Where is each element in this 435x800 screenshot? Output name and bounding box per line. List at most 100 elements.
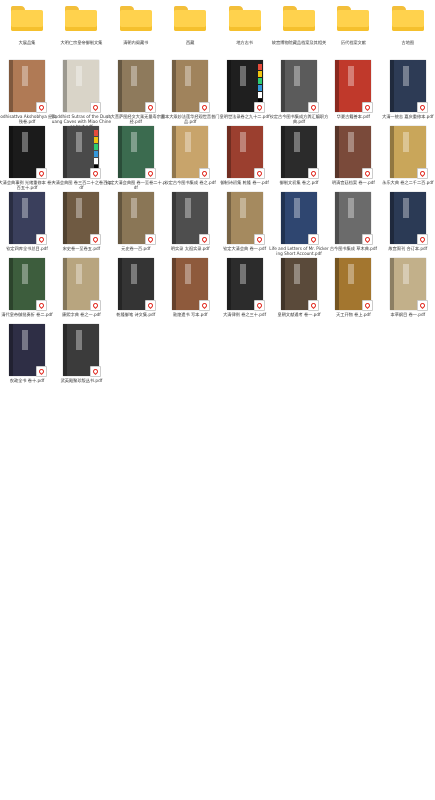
pdf-file-item[interactable]: Bodhisattva Akshobhya 经文残卷.pdf (0, 58, 57, 125)
pdf-file-item[interactable]: 钦定大清会典图 卷一至卷二十.pdf (105, 124, 166, 191)
pdf-file-item[interactable]: 古本大乘妙法莲华经观世音普门品.pdf (160, 58, 220, 125)
pdf-file-item[interactable]: 元史卷一百.pdf (109, 190, 163, 256)
pdf-icon (199, 102, 211, 113)
file-grid: 大展品集 大明仁宗皇帝御制文集 清朝内阁藏书 西藏 地方志书 故宫博物院藏品档案及其相关 历… (0, 0, 435, 800)
pdf-icon (199, 234, 211, 245)
pdf-icon (253, 168, 265, 179)
folder-item[interactable]: 古地图 (381, 0, 435, 54)
pdf-icon (308, 102, 319, 113)
pdf-file-item[interactable]: 永乐大典 卷之二千二百.pdf (381, 124, 435, 190)
file-name: 钦定大清会典图 卷一至卷二十.pdf (105, 180, 166, 191)
folder-icon (119, 6, 152, 31)
file-name: 明清宫廷档案 卷一.pdf (331, 180, 375, 185)
file-name: 皇朝文献通考 卷一.pdf (277, 312, 321, 317)
pdf-icon (199, 168, 211, 179)
pdf-icon (90, 366, 102, 377)
file-name: 钦定古今图书集成 卷之.pdf (164, 180, 216, 185)
pdf-icon (308, 300, 319, 311)
file-name: 古本大乘妙法莲华经观世音普门品.pdf (160, 114, 220, 125)
pdf-file-item[interactable]: 皇明世法录卷之九十二.pdf (218, 58, 272, 124)
file-name: 元史卷一百.pdf (121, 246, 151, 251)
pdf-file-item[interactable]: 大清律例 卷之三十.pdf (218, 256, 272, 322)
pdf-file-item[interactable]: 大清会典图 卷三百二十之卷百.pdf (51, 124, 112, 191)
pdf-icon (90, 168, 102, 179)
file-name: 大清律例 卷之三十.pdf (223, 312, 267, 317)
pdf-file-item[interactable]: 华夏古籍善本.pdf (326, 58, 380, 124)
pdf-file-item[interactable]: 敦煌遗书 写本.pdf (163, 256, 217, 322)
pdf-icon (253, 234, 265, 245)
pdf-file-item[interactable]: 农政全书 卷十.pdf (0, 322, 54, 388)
folder-item[interactable]: 故宫博物院藏品档案及其相关 (272, 0, 326, 54)
pdf-file-item[interactable]: 天工开物 卷上.pdf (326, 256, 380, 322)
folder-item[interactable]: 清朝内阁藏书 (109, 0, 163, 54)
folder-item[interactable]: 历代档案文献 (326, 0, 380, 54)
folder-icon (391, 6, 424, 31)
file-name: 宋史卷一至卷五.pdf (62, 246, 101, 251)
file-name: 华夏古籍善本.pdf (336, 114, 371, 119)
file-name: 农政全书 卷十.pdf (9, 378, 45, 383)
folder-name: 大明仁宗皇帝御制文集 (60, 40, 103, 45)
pdf-file-item[interactable]: 明清宫廷档案 卷一.pdf (326, 124, 380, 190)
file-name: 康熙字典 卷之一.pdf (62, 312, 101, 317)
pdf-icon (90, 102, 102, 113)
pdf-icon (362, 168, 374, 179)
folder-name: 故宫博物院藏品档案及其相关 (271, 40, 327, 45)
pdf-file-item[interactable]: 钦定四库全书总目.pdf (0, 190, 54, 256)
pdf-file-item[interactable]: 本草纲目 卷一.pdf (381, 256, 435, 322)
pdf-file-item[interactable]: 钦定大清会典 卷一.pdf (218, 190, 272, 256)
pdf-icon (416, 234, 428, 245)
pdf-icon (144, 168, 156, 179)
pdf-file-item[interactable]: 御制诗初集 乾隆 卷一.pdf (218, 124, 272, 190)
file-name: Bodhisattva Akshobhya 经文残卷.pdf (0, 114, 57, 125)
pdf-icon (36, 300, 47, 311)
file-name: 大清会典图 卷三百二十之卷百.pdf (51, 180, 112, 191)
pdf-file-item[interactable]: Life and Letters of Mr. Pickering Short … (269, 190, 329, 256)
folder-icon (228, 6, 261, 31)
folder-name: 古地图 (401, 40, 415, 45)
file-name: 明实录 太祖实录.pdf (170, 246, 210, 251)
pdf-file-item[interactable]: 钦定古今图书集成方舆汇编职方典.pdf (269, 58, 329, 125)
pdf-file-item[interactable]: 皇朝文献通考 卷一.pdf (272, 256, 326, 322)
pdf-file-item[interactable]: 清代皇帝御批奏折 卷二.pdf (0, 256, 54, 322)
folder-item[interactable]: 地方志书 (218, 0, 272, 54)
folder-icon (174, 6, 207, 31)
file-name: 钦定大清会典 卷一.pdf (223, 246, 267, 251)
folder-icon (337, 6, 370, 31)
file-name: 皇明世法录卷之九十二.pdf (219, 114, 270, 119)
pdf-file-item[interactable]: 故宫周刊 合订本.pdf (381, 190, 435, 256)
pdf-file-item[interactable]: 明实录 太祖实录.pdf (163, 190, 217, 256)
pdf-file-item[interactable]: 宋史卷一至卷五.pdf (54, 190, 108, 256)
file-name: 乾隆御笔 诗文集.pdf (116, 312, 156, 317)
pdf-icon (416, 300, 428, 311)
pdf-file-item[interactable]: 大清会典事例 光绪重修本 卷一百五十.pdf (0, 124, 56, 191)
pdf-icon (36, 366, 47, 377)
pdf-icon (253, 102, 265, 113)
pdf-file-item[interactable]: 八大菩萨图经文大乘无量寿宗要经.pdf (106, 58, 166, 125)
folder-icon (283, 6, 315, 31)
folder-item[interactable]: 大明仁宗皇帝御制文集 (54, 0, 108, 54)
pdf-file-item[interactable]: Buddhist Sutras of the Dunhuang Caves wi… (52, 58, 111, 129)
pdf-file-item[interactable]: 古今图书集成 草木典.pdf (326, 190, 380, 256)
file-name: 天工开物 卷上.pdf (336, 312, 371, 317)
pdf-icon (308, 168, 319, 179)
pdf-icon (362, 300, 374, 311)
pdf-file-item[interactable]: 康熙字典 卷之一.pdf (54, 256, 108, 322)
pdf-file-item[interactable]: 钦定古今图书集成 卷之.pdf (163, 124, 217, 190)
pdf-file-item[interactable]: 御制文初集 卷之.pdf (272, 124, 326, 190)
pdf-file-item[interactable]: 大清一统志 嘉庆重修本.pdf (381, 58, 435, 124)
folder-item[interactable]: 大展品集 (0, 0, 54, 54)
file-name: 八大菩萨图经文大乘无量寿宗要经.pdf (106, 114, 166, 125)
folder-icon (11, 6, 43, 31)
pdf-file-item[interactable]: 乾隆御笔 诗文集.pdf (109, 256, 163, 322)
file-name: 敦煌遗书 写本.pdf (172, 312, 208, 317)
pdf-icon (416, 102, 428, 113)
file-name: 大清会典事例 光绪重修本 卷一百五十.pdf (0, 180, 56, 191)
pdf-icon (36, 234, 47, 245)
pdf-icon (253, 300, 265, 311)
folder-item[interactable]: 西藏 (163, 0, 217, 54)
pdf-icon (199, 300, 211, 311)
file-name: 钦定古今图书集成方舆汇编职方典.pdf (269, 114, 329, 125)
pdf-file-item[interactable]: 武英殿聚珍版丛书.pdf (54, 322, 108, 388)
pdf-icon (144, 300, 156, 311)
folder-name: 大展品集 (18, 40, 36, 45)
